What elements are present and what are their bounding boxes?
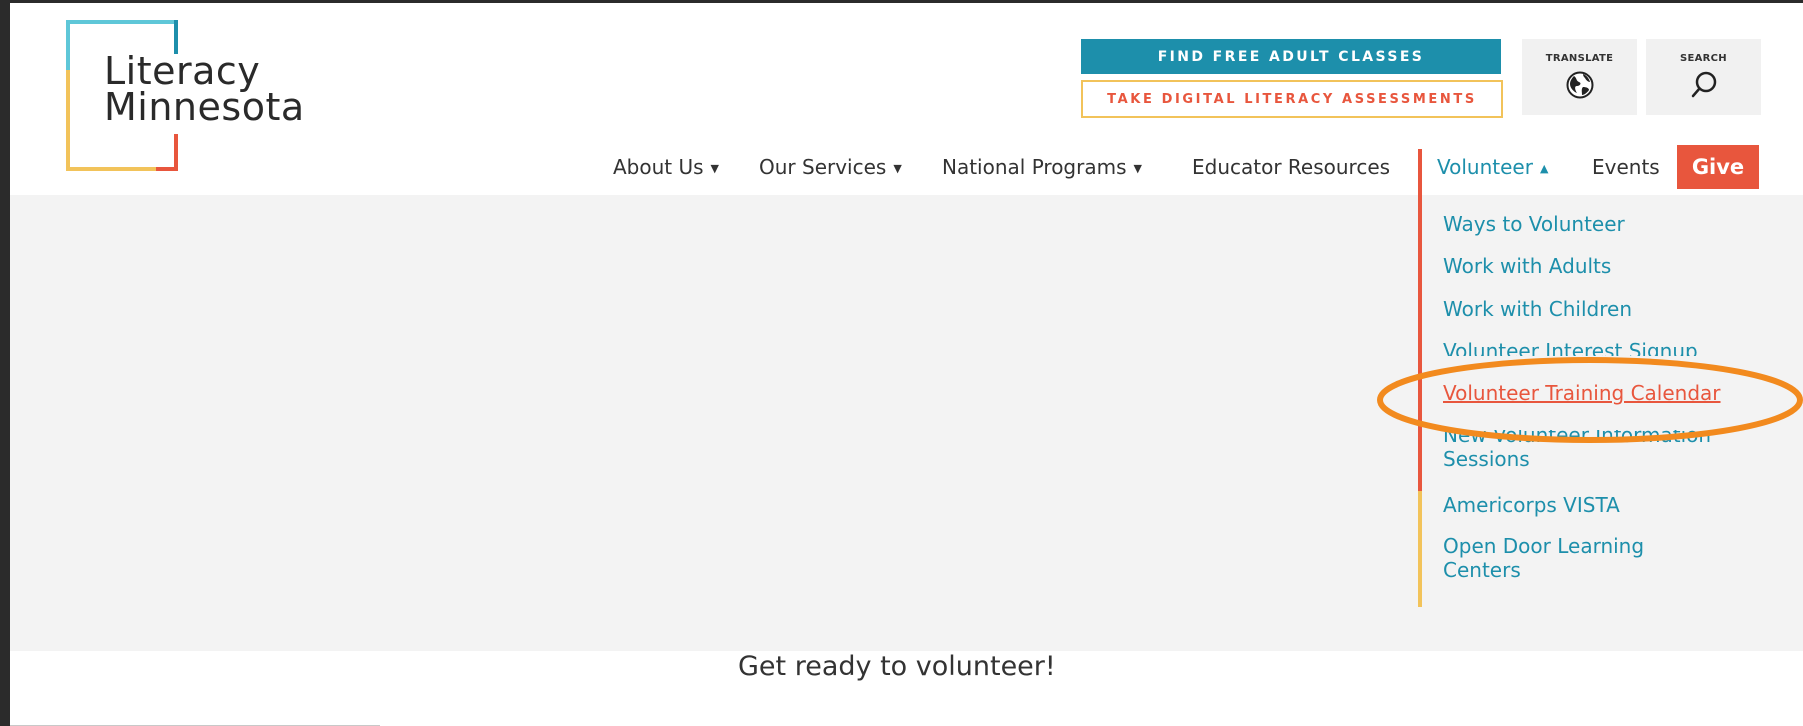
translate-label: TRANSLATE <box>1545 53 1614 64</box>
nav-national-programs[interactable]: National Programs ▼ <box>942 149 1142 185</box>
nav-our-services[interactable]: Our Services ▼ <box>759 149 902 185</box>
dropdown-item-open-door-learning-line2[interactable]: Centers <box>1443 558 1521 582</box>
logo-text[interactable]: Literacy Minnesota <box>104 49 305 129</box>
translate-button[interactable]: TRANSLATE <box>1522 39 1637 115</box>
search-icon <box>1689 70 1719 104</box>
logo-bar <box>66 20 70 70</box>
logo-bar <box>66 20 176 24</box>
nav-volunteer[interactable]: Volunteer ▲ <box>1437 149 1548 185</box>
dropdown-item-americorps-vista[interactable]: Americorps VISTA <box>1443 493 1620 517</box>
caret-down-icon: ▼ <box>893 161 902 175</box>
main-nav: About Us ▼ Our Services ▼ National Program… <box>10 145 1803 189</box>
nav-educator-resources[interactable]: Educator Resources <box>1192 149 1390 185</box>
nav-services-label: Our Services <box>759 155 887 179</box>
dropdown-item-new-volunteer-info-line2[interactable]: Sessions <box>1443 447 1530 471</box>
caret-up-icon: ▲ <box>1539 161 1549 175</box>
logo-line-1: Literacy <box>104 49 261 93</box>
page-heading: Get ready to volunteer! <box>738 651 1056 682</box>
caret-down-icon: ▼ <box>710 161 720 175</box>
nav-about-us[interactable]: About Us ▼ <box>613 149 719 185</box>
dropdown-item-open-door-learning[interactable]: Open Door Learning <box>1443 534 1644 558</box>
logo-line-2: Minnesota <box>104 85 305 129</box>
search-button[interactable]: SEARCH <box>1646 39 1761 115</box>
nav-educator-label: Educator Resources <box>1192 155 1391 179</box>
find-classes-button[interactable]: FIND FREE ADULT CLASSES <box>1081 39 1501 74</box>
search-label: SEARCH <box>1680 53 1727 64</box>
page: Literacy Minnesota FIND FREE ADULT CLASS… <box>10 3 1803 726</box>
nav-volunteer-label: Volunteer <box>1437 155 1533 179</box>
nav-events-label: Events <box>1592 155 1660 179</box>
dropdown-item-work-with-adults[interactable]: Work with Adults <box>1443 254 1611 278</box>
dropdown-item-work-with-children[interactable]: Work with Children <box>1443 297 1632 321</box>
globe-icon <box>1565 70 1595 104</box>
nav-events[interactable]: Events <box>1592 149 1660 185</box>
dropdown-item-ways-to-volunteer[interactable]: Ways to Volunteer <box>1443 212 1625 236</box>
highlight-annotation <box>1377 357 1803 443</box>
give-label: Give <box>1691 155 1745 179</box>
caret-down-icon: ▼ <box>1133 161 1142 175</box>
digital-assessments-button[interactable]: TAKE DIGITAL LITERACY ASSESSMENTS <box>1081 80 1503 118</box>
dropdown-accent-bar <box>1418 491 1422 607</box>
give-button[interactable]: Give <box>1677 145 1759 189</box>
nav-national-label: National Programs <box>942 155 1127 179</box>
nav-about-label: About Us <box>613 155 704 179</box>
